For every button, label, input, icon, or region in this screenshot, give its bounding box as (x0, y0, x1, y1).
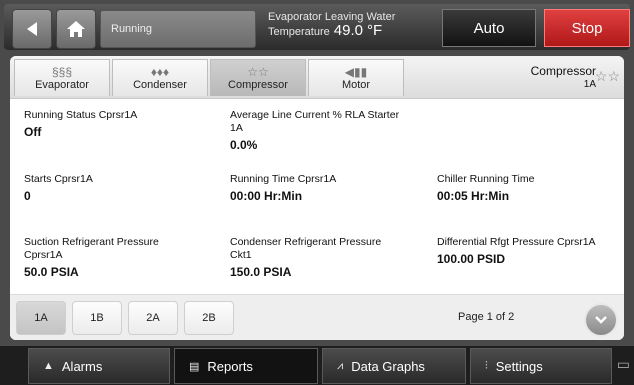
tab-evaporator[interactable]: §§§ Evaporator (14, 59, 110, 96)
running-time-label: Running Time Cprsr1A (230, 173, 337, 185)
tab-condenser[interactable]: ♦♦♦ Condenser (112, 59, 208, 96)
component-title: Compressor 1A (531, 64, 596, 92)
nav-alarms-label: Alarms (61, 358, 103, 374)
avg-line-current-value: 0.0% (230, 138, 258, 152)
lwt-unit: °F (366, 22, 383, 39)
starts-value: 0 (24, 189, 31, 203)
compressor-panel: §§§ Evaporator ♦♦♦ Condenser ☆☆ Compress… (10, 56, 624, 340)
tab-compressor[interactable]: ☆☆ Compressor (210, 59, 306, 96)
nav-settings[interactable]: ⫶ Settings (470, 348, 612, 384)
screen-frame: Running Evaporator Leaving Water Tempera… (0, 0, 634, 385)
compressor-header-icon: ☆☆ (594, 68, 620, 84)
starts-label: Starts Cprsr1A (24, 173, 93, 185)
back-button[interactable] (12, 9, 52, 49)
home-icon (67, 21, 85, 37)
unit-button-1b[interactable]: 1B (72, 301, 122, 335)
nav-data-graphs-label: Data Graphs (351, 358, 425, 374)
unit-selector-row: 1A 1B 2A 2B Page 1 of 2 (10, 294, 624, 340)
running-status-text: Running (111, 23, 152, 35)
cell-starts: Starts Cprsr1A 0 (24, 173, 214, 204)
condenser-pressure-label: Condenser Refrigerant Pressure Ckt1 (230, 236, 382, 261)
component-subtitle: 1A (583, 79, 596, 90)
top-bar: Running Evaporator Leaving Water Tempera… (4, 4, 630, 50)
avg-line-current-label: Average Line Current % RLA Starter 1A (230, 109, 400, 134)
tab-evaporator-label: Evaporator (35, 79, 89, 91)
page-down-button[interactable] (584, 303, 618, 337)
motor-icon: ◀▮▮ (344, 65, 368, 79)
nav-data-graphs[interactable]: ⩘ Data Graphs (322, 348, 466, 384)
cell-running-status: Running Status Cprsr1A Off (24, 109, 214, 140)
lwt-label-line2: Temperature (268, 26, 330, 38)
evaporator-icon: §§§ (51, 65, 73, 79)
chiller-running-time-value: 00:05 Hr:Min (437, 189, 510, 203)
cell-suction-pressure: Suction Refrigerant Pressure Cprsr1A 50.… (24, 236, 184, 280)
leaving-water-temp: Evaporator Leaving Water Temperature 49.… (268, 10, 395, 39)
nav-reports-label: Reports (207, 358, 253, 374)
condenser-icon: ♦♦♦ (150, 65, 170, 79)
chat-icon[interactable]: ▭ (617, 356, 630, 373)
chiller-running-time-label: Chiller Running Time (437, 173, 535, 185)
tab-compressor-label: Compressor (228, 79, 288, 91)
component-tabs: §§§ Evaporator ♦♦♦ Condenser ☆☆ Compress… (10, 56, 624, 99)
chevron-down-icon (595, 316, 607, 324)
compressor-icon: ☆☆ (247, 65, 269, 79)
running-status-label: Running Status Cprsr1A (24, 109, 138, 121)
graph-icon: ⩘ (337, 359, 344, 372)
condenser-pressure-value: 150.0 PSIA (230, 265, 292, 279)
suction-pressure-value: 50.0 PSIA (24, 265, 79, 279)
cell-running-time: Running Time Cprsr1A 00:00 Hr:Min (230, 173, 420, 204)
diff-pressure-value: 100.00 PSID (437, 252, 506, 266)
cell-diff-pressure: Differential Rfgt Pressure Cprsr1A 100.0… (437, 236, 622, 267)
cell-condenser-pressure: Condenser Refrigerant Pressure Ckt1 150.… (230, 236, 405, 280)
running-status-value: Off (24, 125, 42, 139)
diff-pressure-label: Differential Rfgt Pressure Cprsr1A (437, 236, 596, 248)
report-icon: ▤ (189, 360, 200, 373)
bottom-nav: ▲ Alarms ▤ Reports ⩘ Data Graphs ⫶ Setti… (0, 346, 634, 385)
cell-avg-line-current: Average Line Current % RLA Starter 1A 0.… (230, 109, 400, 153)
lwt-value: 49.0 (333, 22, 363, 39)
bell-icon: ▲ (43, 360, 54, 372)
cell-chiller-running-time: Chiller Running Time 00:05 Hr:Min (437, 173, 622, 204)
tab-condenser-label: Condenser (133, 79, 187, 91)
unit-button-2b[interactable]: 2B (184, 301, 234, 335)
nav-reports[interactable]: ▤ Reports (174, 348, 318, 384)
suction-pressure-label: Suction Refrigerant Pressure Cprsr1A (24, 236, 159, 261)
stop-button[interactable]: Stop (544, 9, 630, 47)
back-arrow-icon (27, 22, 37, 36)
running-time-value: 00:00 Hr:Min (230, 189, 303, 203)
nav-settings-label: Settings (495, 358, 543, 374)
component-title-text: Compressor (530, 64, 596, 78)
nav-alarms[interactable]: ▲ Alarms (28, 348, 170, 384)
tab-motor[interactable]: ◀▮▮ Motor (308, 59, 404, 96)
auto-button[interactable]: Auto (442, 9, 536, 47)
running-status-box: Running (100, 10, 256, 48)
unit-button-2a[interactable]: 2A (128, 301, 178, 335)
home-button[interactable] (56, 9, 96, 49)
unit-button-1a[interactable]: 1A (16, 301, 66, 335)
settings-icon: ⫶ (485, 359, 488, 372)
page-indicator: Page 1 of 2 (458, 311, 515, 323)
tab-motor-label: Motor (341, 79, 371, 91)
